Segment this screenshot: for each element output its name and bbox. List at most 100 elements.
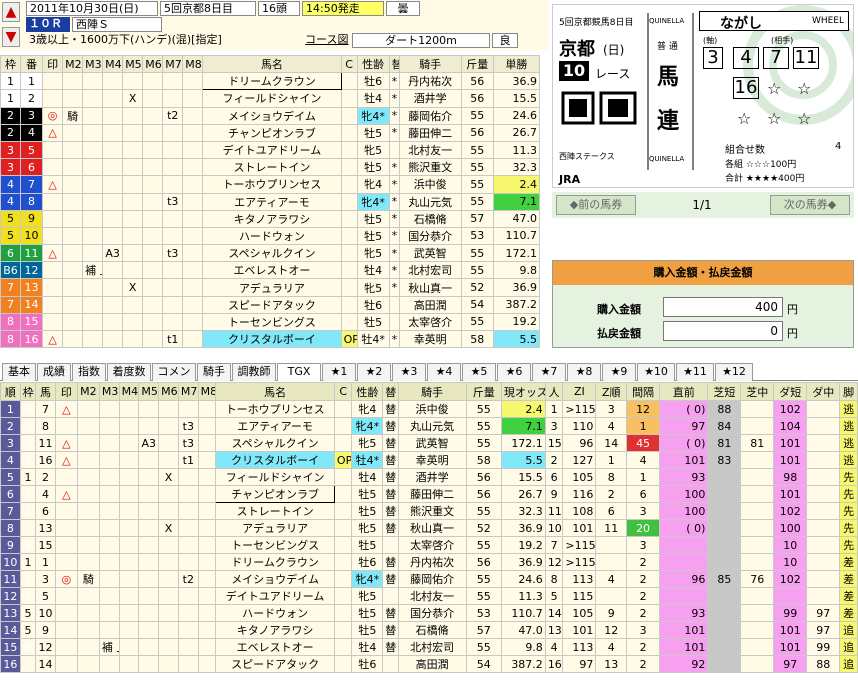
- analysis-header-cell[interactable]: 現オッズ: [500, 382, 546, 401]
- tab-6[interactable]: 騎手: [197, 363, 231, 381]
- tab-5[interactable]: コメント: [152, 363, 196, 394]
- buy-amount-field[interactable]: 400: [663, 297, 783, 317]
- entry-header-cell[interactable]: M7: [162, 54, 184, 74]
- analysis-row[interactable]: 6 2 4 △ チャンピオンラブ 牡5 替藤田伸二 56 26.7 9 116 2 6 100 101 先: [0, 485, 858, 503]
- tab-14[interactable]: ★6: [497, 363, 531, 381]
- analysis-header-cell[interactable]: 性齢: [351, 382, 384, 401]
- analysis-header-cell[interactable]: 替: [382, 382, 399, 401]
- analysis-header-cell[interactable]: M8: [197, 382, 217, 401]
- analysis-header-cell[interactable]: M3: [98, 382, 120, 401]
- analysis-header-cell[interactable]: Z順: [595, 382, 628, 401]
- analysis-header-cell[interactable]: 直前: [659, 382, 709, 401]
- tab-19[interactable]: ★11: [676, 363, 714, 381]
- entry-row[interactable]: 816△ t1 クリスタルボーイOP牡4**幸英明585.5: [0, 329, 541, 349]
- analysis-row[interactable]: 10 1 1 ドリームクラウン 牡6 替丹内祐次 56 36.9 12 >115 2 10 差: [0, 553, 858, 571]
- analysis-row[interactable]: 16 7 14 スピードアタック 牡6 高田潤 54 387.2 16 97 13 2 92 97 88 追: [0, 655, 858, 673]
- entry-header-cell[interactable]: 枠: [0, 54, 22, 74]
- tab-18[interactable]: ★10: [637, 363, 675, 381]
- entry-header-cell[interactable]: M4: [102, 54, 124, 74]
- entry-header-cell[interactable]: 番: [20, 54, 44, 74]
- analysis-row[interactable]: 12 3 5 デイトユアドリーム 牝5 北村友一 55 11.3 5 115 2 差: [0, 587, 858, 605]
- entry-row[interactable]: B612 補 上 エベレストオー牡4*北村宏司559.8: [0, 261, 541, 280]
- tab-12[interactable]: ★4: [427, 363, 461, 381]
- next-ticket-button[interactable]: 次の馬券◆: [770, 195, 850, 215]
- entry-row[interactable]: 5 10 ハードウォン 牡5 * 国分恭介 53 110.7: [0, 226, 541, 246]
- analysis-header-cell[interactable]: 馬: [35, 382, 56, 401]
- analysis-header-cell[interactable]: 人: [544, 382, 564, 401]
- entry-row[interactable]: 5 9 キタノアラワシ 牡5 * 石橋脩 57 47.0: [0, 209, 541, 228]
- tab-1[interactable]: 基本: [2, 363, 36, 381]
- tab-4[interactable]: 着度数: [107, 363, 151, 381]
- entry-header-cell[interactable]: 騎手: [398, 54, 462, 74]
- analysis-header-cell[interactable]: 芝中: [740, 382, 775, 401]
- analysis-row[interactable]: 14 5 9 キタノアラワシ 牡5 替石橋脩 57 47.0 13 101 12 3 101 101 97 追: [0, 621, 858, 639]
- analysis-row[interactable]: 1 4 7 △ トーホウプリンセス 牝4 替浜中俊 55 2.4 1 >115 3 12( 0) 88 10…: [0, 400, 858, 418]
- analysis-row[interactable]: 8 7 13 X アデュラリア 牝5 替秋山真一 52 36.9 10 101 11 20( 0) 100…: [0, 519, 858, 537]
- tab-2[interactable]: 成績: [37, 363, 71, 381]
- analysis-row[interactable]: 2 4 8 t3 エアティアーモ 牝4* 替丸山元気 55 7.1 3 110 4 1 97 84 104 逃: [0, 417, 858, 435]
- pay-amount-field[interactable]: 0: [663, 321, 783, 341]
- entry-row[interactable]: 7 13 X アデュラリア 牝5 * 秋山真一 52 36.9: [0, 278, 541, 297]
- entry-row[interactable]: 4 7 △ トーホウプリンセス 牝4 * 浜中俊 55 2.4: [0, 175, 541, 194]
- analysis-header-cell[interactable]: 枠: [19, 382, 37, 401]
- analysis-row[interactable]: 7 3 6 ストレートイン 牡5 替熊沢重文 55 32.3 11 108 6 3 100 102 先: [0, 502, 858, 520]
- analysis-header-cell[interactable]: M6: [158, 382, 179, 401]
- analysis-header-cell[interactable]: ダ中: [806, 382, 841, 401]
- tab-17[interactable]: ★9: [602, 363, 636, 381]
- entry-header-cell[interactable]: M2: [62, 54, 84, 74]
- analysis-header-cell[interactable]: M2: [76, 382, 100, 401]
- tab-10[interactable]: ★2: [357, 363, 391, 381]
- entry-row[interactable]: 4 8 t3 エアティアーモ 牝4* * 丸山元気 55 7.1: [0, 192, 541, 211]
- tab-9[interactable]: ★1: [322, 363, 356, 381]
- tab-3[interactable]: 指数: [72, 363, 106, 381]
- analysis-row[interactable]: 4 8 16 △ t1 クリスタルボーイ OP 牡4* 替幸英明 58 5.5 2 127 1 4 101 83…: [0, 451, 858, 469]
- analysis-row[interactable]: 3 6 11 △ A3 t3 スペシャルクイン 牝5 替武英智 55 172.1 15 96 14 45( …: [0, 434, 858, 452]
- entry-header-cell[interactable]: M8: [182, 54, 204, 74]
- next-race-arrow[interactable]: ▼: [2, 27, 20, 47]
- tab-16[interactable]: ★8: [567, 363, 601, 381]
- entry-header-cell[interactable]: M3: [82, 54, 104, 74]
- entry-row[interactable]: 1 2 X フィールドシャイン 牡4 * 酒井学 56 15.5: [0, 89, 541, 108]
- tab-15[interactable]: ★7: [532, 363, 566, 381]
- entry-row[interactable]: 2 4 △ チャンピオンラブ 牡5 * 藤田伸二 56 26.7: [0, 123, 541, 142]
- entry-row[interactable]: 3 5 デイトユアドリーム 牝5 北村友一 55 11.3: [0, 140, 541, 160]
- tab-8[interactable]: TGX: [277, 363, 321, 381]
- analysis-header-cell[interactable]: 馬名: [215, 382, 335, 401]
- analysis-row[interactable]: 11 2 3 ◎ 騎 t2 メイショウデイム 牝4* 替藤岡佑介 55 24.6 8 113 4 2 96 85…: [0, 570, 858, 588]
- analysis-row[interactable]: 15B612補 上エベレストオー牡4替北村宏司559.8411342101101…: [0, 638, 858, 656]
- prev-ticket-button[interactable]: ◆前の馬券: [556, 195, 636, 215]
- tab-11[interactable]: ★3: [392, 363, 426, 381]
- analysis-header-cell[interactable]: M7: [177, 382, 199, 401]
- analysis-row[interactable]: 5 1 2 X フィールドシャイン 牡4 替酒井学 56 15.5 6 105 8 1 93 98 先: [0, 468, 858, 486]
- tab-13[interactable]: ★5: [462, 363, 496, 381]
- analysis-header-cell[interactable]: M4: [118, 382, 140, 401]
- analysis-header-cell[interactable]: M5: [138, 382, 160, 401]
- analysis-header-cell[interactable]: C: [333, 382, 353, 401]
- analysis-header-cell[interactable]: 印: [54, 382, 78, 401]
- entry-header-cell[interactable]: 印: [42, 54, 64, 74]
- analysis-header-cell[interactable]: 脚: [839, 382, 858, 401]
- entry-header-cell[interactable]: M6: [142, 54, 164, 74]
- analysis-header-cell[interactable]: ZI: [562, 382, 597, 401]
- tab-7[interactable]: 調教師: [232, 363, 276, 381]
- entry-header-cell[interactable]: 替: [388, 54, 400, 74]
- entry-row[interactable]: 2 3 ◎ 騎 t2 メイショウデイム 牝4* * 藤岡佑介 55 24.6: [0, 106, 541, 125]
- entry-row[interactable]: 3 6 ストレートイン 牡5 * 熊沢重文 55 32.3: [0, 158, 541, 177]
- entry-header-cell[interactable]: 馬名: [202, 54, 342, 74]
- analysis-header-cell[interactable]: 順: [0, 382, 21, 401]
- entry-header-cell[interactable]: C: [340, 54, 358, 74]
- entry-header-cell[interactable]: 斤量: [460, 54, 494, 74]
- analysis-row[interactable]: 9 8 15 トーセンビングス 牡5 太宰啓介 55 19.2 7 >115 3 10 先: [0, 536, 858, 554]
- prev-race-arrow[interactable]: ▲: [2, 2, 20, 22]
- analysis-header-cell[interactable]: 間隔: [626, 382, 661, 401]
- tab-20[interactable]: ★12: [715, 363, 753, 381]
- entry-header-cell[interactable]: 単勝: [492, 54, 541, 74]
- analysis-header-cell[interactable]: 芝短: [707, 382, 742, 401]
- entry-row[interactable]: 6 11 △ A3 t3 スペシャルクイン 牝5 * 武英智 55 172.1: [0, 244, 541, 263]
- entry-header-cell[interactable]: M5: [122, 54, 144, 74]
- analysis-row[interactable]: 13 5 10 ハードウォン 牡5 替国分恭介 53 110.7 14 105 9 2 93 99 97 差: [0, 604, 858, 622]
- analysis-header-cell[interactable]: 斤量: [465, 382, 502, 401]
- analysis-header-cell[interactable]: ダ短: [773, 382, 808, 401]
- analysis-header-cell[interactable]: 騎手: [397, 382, 467, 401]
- entry-row[interactable]: 7 14 スピードアタック 牡6 高田潤 54 387.2: [0, 295, 541, 314]
